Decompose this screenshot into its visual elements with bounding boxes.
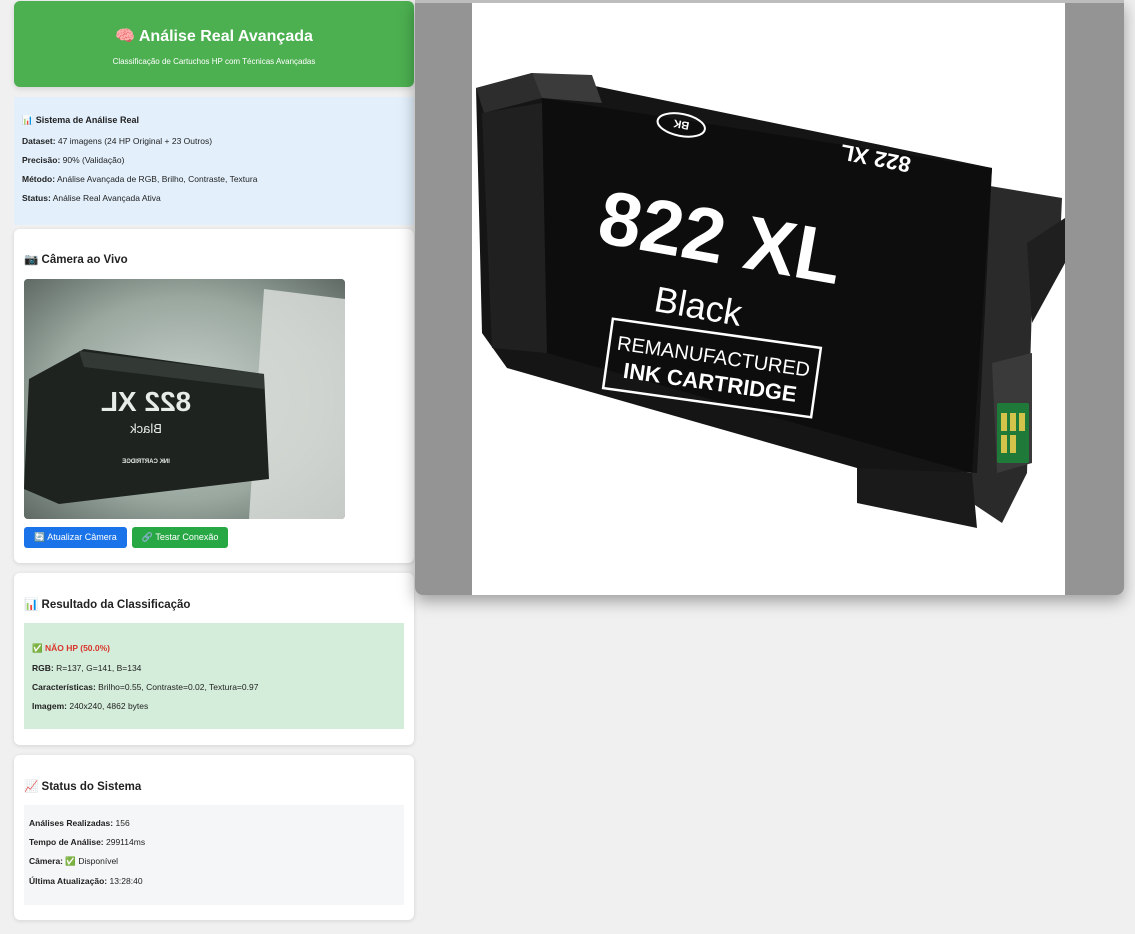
method-value: Análise Avançada de RGB, Brilho, Contras… <box>56 174 258 184</box>
result-card: 📊 Resultado da Classificação ✅ NÃO HP (5… <box>14 573 414 745</box>
camera-feed: 822 XL Black INK CARTRIDGE <box>24 279 345 519</box>
features-value: Brilho=0.55, Contraste=0.02, Textura=0.9… <box>98 682 259 692</box>
test-connection-label: Testar Conexão <box>155 532 219 542</box>
feed-small-text: INK CARTRIDGE <box>122 459 170 465</box>
cartridge-illustration: BK 822 XL 822 XL Black REMANUFACTURED IN… <box>476 73 1065 528</box>
refresh-camera-label: Atualizar Câmera <box>47 532 117 542</box>
dataset-row: Dataset: 47 imagens (24 HP Original + 23… <box>22 136 406 146</box>
camera-title-text: Câmera ao Vivo <box>41 254 128 266</box>
check-icon: ✅ <box>32 644 43 654</box>
app-title-text: Análise Real Avançada <box>138 28 313 45</box>
rgb-value: R=137, G=141, B=134 <box>56 663 142 673</box>
status-title-text: Status do Sistema <box>41 781 142 793</box>
refresh-icon: 🔄 <box>34 533 46 543</box>
feed-color-text: Black <box>130 421 162 436</box>
bar-chart-icon: 📊 <box>22 116 34 126</box>
updated-label: Última Atualização: <box>29 876 108 886</box>
rgb-row: RGB: R=137, G=141, B=134 <box>32 663 396 673</box>
status-title: 📈 Status do Sistema <box>24 755 404 793</box>
status-value: Análise Real Avançada Ativa <box>52 193 161 203</box>
image-row: Imagem: 240x240, 4862 bytes <box>32 701 396 711</box>
feed-model-text: 822 XL <box>101 386 191 417</box>
result-box: ✅ NÃO HP (50.0%) RGB: R=137, G=141, B=13… <box>24 623 404 729</box>
camera-card: 📷 Câmera ao Vivo 822 XL Black INK CARTRI… <box>14 229 414 563</box>
time-value: 299114ms <box>106 837 146 847</box>
dataset-label: Dataset: <box>22 136 56 146</box>
check-icon: ✅ <box>65 857 76 867</box>
system-info-title-text: Sistema de Análise Real <box>35 115 139 125</box>
image-label: Imagem: <box>32 701 67 711</box>
method-row: Método: Análise Avançada de RGB, Brilho,… <box>22 174 406 184</box>
cartridge-image: BK 822 XL 822 XL Black REMANUFACTURED IN… <box>472 3 1065 595</box>
camera-feed-image: 822 XL Black INK CARTRIDGE <box>24 279 345 519</box>
camera-status-value: Disponível <box>78 856 119 866</box>
precision-value: 90% (Validação) <box>62 155 125 165</box>
analyses-value: 156 <box>115 818 130 828</box>
camera-icon: 📷 <box>24 252 39 266</box>
image-value: 240x240, 4862 bytes <box>69 701 149 711</box>
precision-row: Precisão: 90% (Validação) <box>22 155 406 165</box>
image-viewer: BK 822 XL 822 XL Black REMANUFACTURED IN… <box>415 0 1124 595</box>
result-title: 📊 Resultado da Classificação <box>24 573 404 611</box>
link-icon: 🔗 <box>141 533 153 543</box>
camera-buttons: 🔄 Atualizar Câmera 🔗 Testar Conexão <box>24 527 404 548</box>
system-info-title: 📊 Sistema de Análise Real <box>22 115 406 126</box>
updated-value: 13:28:40 <box>109 876 143 886</box>
test-connection-button[interactable]: 🔗 Testar Conexão <box>131 527 229 548</box>
refresh-camera-button[interactable]: 🔄 Atualizar Câmera <box>24 527 127 548</box>
analyses-row: Análises Realizadas: 156 <box>29 818 399 828</box>
time-label: Tempo de Análise: <box>29 837 104 847</box>
camera-title: 📷 Câmera ao Vivo <box>24 229 404 266</box>
features-label: Características: <box>32 682 96 692</box>
analyses-label: Análises Realizadas: <box>29 818 114 828</box>
app-header: 🧠 Análise Real Avançada Classificação de… <box>14 1 414 87</box>
verdict-row: ✅ NÃO HP (50.0%) <box>32 643 396 654</box>
status-label: Status: <box>22 193 51 203</box>
bar-chart-icon: 📊 <box>24 597 39 611</box>
camera-status-label: Câmera: <box>29 856 64 866</box>
brain-icon: 🧠 <box>115 26 136 45</box>
time-row: Tempo de Análise: 299114ms <box>29 837 399 847</box>
system-info-panel: 📊 Sistema de Análise Real Dataset: 47 im… <box>14 97 414 225</box>
features-row: Características: Brilho=0.55, Contraste=… <box>32 682 396 692</box>
status-row: Status: Análise Real Avançada Ativa <box>22 193 406 203</box>
result-title-text: Resultado da Classificação <box>41 599 191 611</box>
method-label: Método: <box>22 174 56 184</box>
app-title: 🧠 Análise Real Avançada <box>14 26 414 46</box>
trend-chart-icon: 📈 <box>24 779 39 793</box>
app-subtitle: Classificação de Cartuchos HP com Técnic… <box>112 57 316 66</box>
rgb-label: RGB: <box>32 663 54 673</box>
dataset-value: 47 imagens (24 HP Original + 23 Outros) <box>57 136 213 146</box>
status-box: Análises Realizadas: 156 Tempo de Anális… <box>24 805 404 905</box>
verdict-text: NÃO HP (50.0%) <box>44 643 110 653</box>
updated-row: Última Atualização: 13:28:40 <box>29 876 399 886</box>
camera-status-row: Câmera: ✅ Disponível <box>29 856 399 867</box>
status-card: 📈 Status do Sistema Análises Realizadas:… <box>14 755 414 920</box>
precision-label: Precisão: <box>22 155 61 165</box>
